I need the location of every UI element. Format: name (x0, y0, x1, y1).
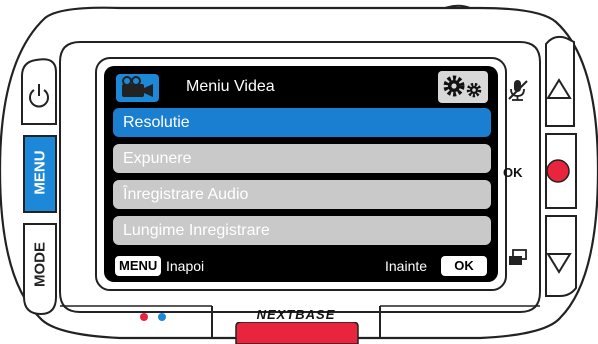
video-camera-icon (122, 76, 153, 97)
menu-item-expunere[interactable]: Expunere (113, 144, 491, 173)
triangle-down-icon (546, 253, 572, 274)
menu-button-label: MENU (31, 150, 49, 195)
mode-button-label: MODE (31, 242, 49, 287)
ok-key-badge: OK (441, 256, 487, 276)
ok-side-label: OK (503, 165, 523, 180)
status-leds (140, 313, 166, 321)
menu-title: Meniu Videa (186, 78, 275, 95)
bottom-red-tab (235, 322, 359, 344)
menu-button[interactable]: MENU (24, 136, 56, 212)
settings-tab[interactable] (438, 71, 488, 103)
red-led-icon (140, 313, 148, 321)
video-menu-tab[interactable] (116, 74, 159, 102)
power-icon (29, 84, 49, 108)
screen-footer: MENU Inapoi Inainte OK (104, 252, 498, 280)
menu-item-resolutie[interactable]: Resolutie (113, 108, 491, 137)
mic-mute-icon (508, 80, 528, 101)
dashcam-body: MENU MODE OK NEXTBASE Meniu Videa Resolu… (0, 0, 598, 344)
record-icon (546, 159, 570, 183)
menu-item-inregistrare-audio[interactable]: Înregistrare Audio (113, 180, 491, 209)
blue-led-icon (158, 313, 166, 321)
lcd-screen: Meniu Videa Resolutie Expunere Înregistr… (104, 66, 498, 282)
mode-button[interactable]: MODE (24, 224, 56, 312)
screen-header: Meniu Videa (104, 66, 498, 106)
menu-item-lungime-inregistrare[interactable]: Lungime Inregistrare (113, 216, 491, 245)
triangle-up-icon (546, 78, 572, 99)
menu-key-badge: MENU (115, 256, 162, 276)
up-button[interactable] (544, 70, 574, 110)
record-button[interactable] (544, 155, 576, 187)
brand-logo: NEXTBASE (256, 307, 336, 322)
next-label[interactable]: Inainte (385, 258, 427, 274)
power-button[interactable] (22, 60, 56, 124)
dual-screen-icon (509, 249, 527, 265)
down-button[interactable] (544, 242, 574, 282)
gears-icon (443, 75, 482, 98)
back-label[interactable]: Inapoi (166, 258, 204, 274)
